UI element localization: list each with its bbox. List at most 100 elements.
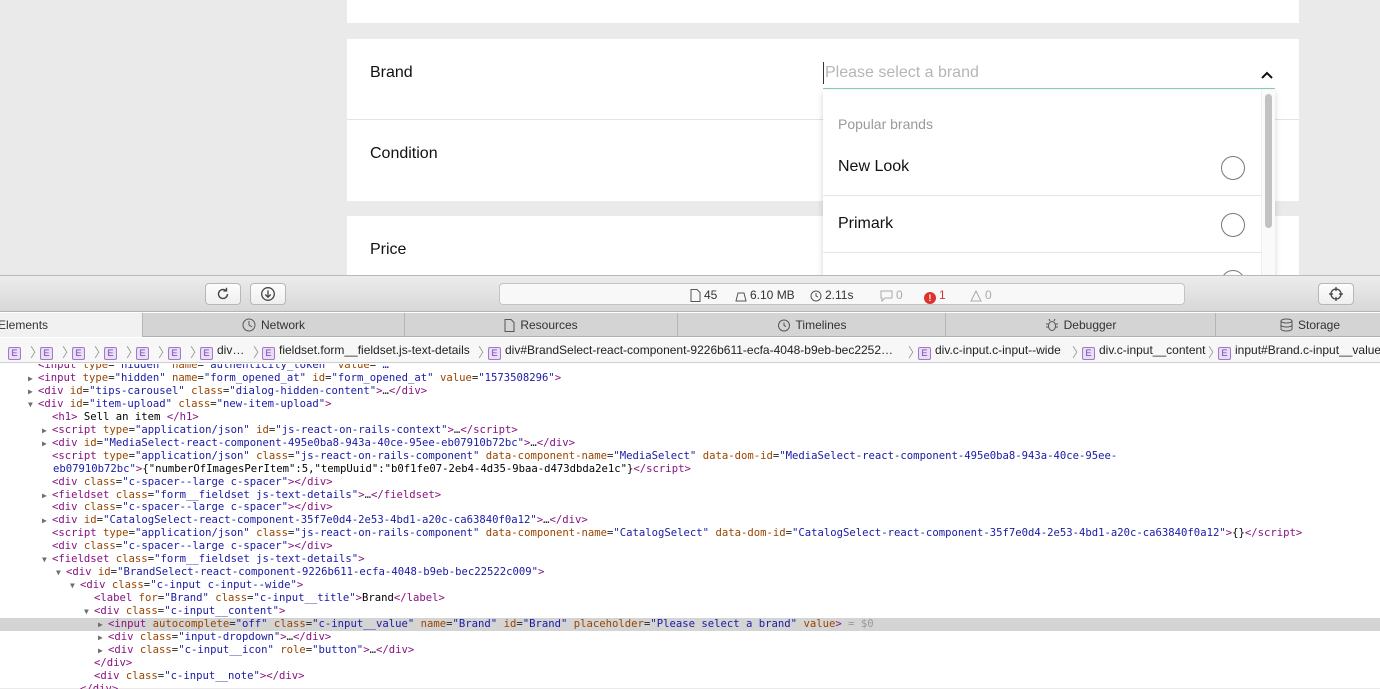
dom-node[interactable]: <label for="Brand" class="c-input__title… <box>0 592 1380 605</box>
dom-node-markup: <div class="c-spacer--large c-spacer"></… <box>52 501 333 514</box>
dom-node[interactable]: ▼ <div id="item-upload" class="new-item-u… <box>0 398 1380 411</box>
brand-option[interactable]: Primark <box>823 197 1261 253</box>
disclosure-open-icon[interactable]: ▼ <box>42 553 52 566</box>
dom-node[interactable]: </div> <box>0 657 1380 670</box>
warning-count-value: 0 <box>985 288 992 302</box>
disclosure-closed-icon[interactable]: ▶ <box>98 618 108 631</box>
tab-elements[interactable]: Elements <box>0 313 143 337</box>
dom-node[interactable]: ▼ <div class="c-input__content"> <box>0 605 1380 618</box>
tab-label: Elements <box>0 318 49 332</box>
stopwatch-icon <box>777 319 790 332</box>
breadcrumb-label: div… <box>217 343 245 357</box>
breadcrumb-item[interactable]: Ediv#BrandSelect-react-component-9226b61… <box>488 343 894 360</box>
dom-node[interactable]: ▶ <script type="application/json" id="js-… <box>0 424 1380 437</box>
dropdown-scrollbar-thumb[interactable] <box>1265 94 1272 228</box>
console-icon <box>880 290 893 303</box>
resource-size[interactable]: 6.10 MB <box>735 287 795 303</box>
disclosure-closed-icon[interactable]: ▶ <box>98 631 108 644</box>
breadcrumb-item[interactable]: Ediv… <box>200 343 245 360</box>
dom-node-markup: <div class="input-dropdown">…</div> <box>108 630 332 643</box>
radio-icon[interactable] <box>1221 156 1245 180</box>
disclosure-closed-icon[interactable]: ▶ <box>42 514 52 527</box>
dom-node-selected[interactable]: ▶ <input autocomplete="off" class="c-inpu… <box>0 618 1380 631</box>
dom-node[interactable]: </div> <box>0 683 1380 689</box>
dom-node[interactable]: <h1> Sell an item </h1> <box>0 411 1380 424</box>
dom-node[interactable]: ▶ <input type="hidden" name="form_opened_… <box>0 372 1380 385</box>
disclosure-open-icon[interactable]: ▼ <box>84 605 94 618</box>
load-time-value: 2.11s <box>825 288 854 302</box>
dom-node[interactable]: <input type="hidden" name="authenticity_… <box>0 364 1380 372</box>
disclosure-open-icon[interactable]: ▼ <box>70 579 80 592</box>
document-icon <box>690 289 701 302</box>
log-count[interactable]: 0 <box>880 287 903 303</box>
error-count[interactable]: ! 1 <box>924 287 946 304</box>
dom-node[interactable]: <script type="application/json" class="j… <box>0 450 1380 463</box>
chevron-up-icon[interactable] <box>1258 66 1276 84</box>
dom-node[interactable]: ▶ <div id="tips-carousel" class="dialog-h… <box>0 385 1380 398</box>
web-page: Brand Condition Price Popular brands New… <box>0 0 1380 275</box>
tab-timelines[interactable]: Timelines <box>678 313 946 337</box>
disclosure-closed-icon[interactable]: ▶ <box>28 372 38 385</box>
brand-input[interactable] <box>823 62 1243 84</box>
dom-node[interactable]: <div class="c-spacer--large c-spacer"></… <box>0 501 1380 514</box>
tab-label: Timelines <box>795 318 847 332</box>
disclosure-closed-icon[interactable]: ▶ <box>98 644 108 657</box>
dom-node[interactable]: <script type="application/json" class="j… <box>0 527 1380 540</box>
radio-icon[interactable] <box>1221 213 1245 237</box>
reload-button[interactable] <box>205 283 241 305</box>
warning-count[interactable]: 0 <box>970 287 992 303</box>
tab-storage[interactable]: Storage <box>1216 313 1380 337</box>
dom-node-markup: <div id="BrandSelect-react-component-922… <box>66 566 545 579</box>
dom-node[interactable]: eb07910b72bc">{"numberOfImagesPerItem":5… <box>0 463 1380 476</box>
dom-node-markup: <label for="Brand" class="c-input__title… <box>94 592 445 605</box>
dom-node[interactable]: ▶ <div class="c-input__icon" role="button… <box>0 644 1380 657</box>
dom-node[interactable]: ▶ <div class="input-dropdown">…</div> <box>0 631 1380 644</box>
breadcrumb-separator-icon: 〉 <box>62 345 76 360</box>
disclosure-open-icon[interactable]: ▼ <box>56 566 66 579</box>
brand-option[interactable]: New Look <box>823 140 1261 196</box>
load-time[interactable]: 2.11s <box>810 287 853 303</box>
breadcrumb-item[interactable]: Ediv.c-input.c-input--wide <box>918 343 1061 360</box>
dom-node[interactable]: <div class="c-spacer--large c-spacer"></… <box>0 540 1380 553</box>
bug-icon <box>1045 318 1058 331</box>
dom-node[interactable]: ▼ <fieldset class="form__fieldset js-text… <box>0 553 1380 566</box>
dom-node[interactable]: <div class="c-spacer--large c-spacer"></… <box>0 476 1380 489</box>
dom-node[interactable]: ▼ <div id="BrandSelect-react-component-92… <box>0 566 1380 579</box>
dom-node-markup: <div id="CatalogSelect-react-component-3… <box>52 514 588 527</box>
breadcrumb-item[interactable]: Efieldset.form__fieldset.js-text-details <box>262 343 470 360</box>
dom-node[interactable]: ▼ <div class="c-input c-input--wide"> <box>0 579 1380 592</box>
dom-node-markup: <div id="item-upload" class="new-item-up… <box>38 397 332 410</box>
disclosure-open-icon[interactable]: ▼ <box>28 398 38 411</box>
disclosure-closed-icon[interactable]: ▶ <box>28 385 38 398</box>
breadcrumb-item[interactable]: Einput#Brand.c-input__value <box>1218 343 1380 360</box>
dom-node[interactable]: ▶ <fieldset class="form__fieldset js-text… <box>0 489 1380 502</box>
dom-node-markup: <script type="application/json" class="j… <box>52 527 1303 540</box>
tab-network[interactable]: Network <box>143 313 405 337</box>
dom-node-markup: </div> <box>94 656 133 669</box>
weight-icon <box>735 292 747 302</box>
dom-node[interactable]: ▶ <div id="CatalogSelect-react-component-… <box>0 514 1380 527</box>
breadcrumb-item[interactable]: E <box>8 343 25 360</box>
tab-debugger[interactable]: Debugger <box>946 313 1216 337</box>
breadcrumb-separator-icon: 〉 <box>30 345 44 360</box>
disclosure-closed-icon[interactable]: ▶ <box>42 437 52 450</box>
dom-node[interactable]: ▶ <div id="MediaSelect-react-component-49… <box>0 437 1380 450</box>
dom-node[interactable]: <div class="c-input__note"></div> <box>0 670 1380 683</box>
inspect-element-button[interactable] <box>1318 283 1354 305</box>
resource-count-value: 45 <box>704 288 718 302</box>
dom-node-markup: <fieldset class="form__fieldset js-text-… <box>52 488 442 501</box>
breadcrumb-label: div.c-input.c-input--wide <box>935 343 1061 357</box>
dom-node-markup: <div class="c-input__icon" role="button"… <box>108 643 415 656</box>
disclosure-closed-icon[interactable]: ▶ <box>42 424 52 437</box>
dom-tree[interactable]: <input type="hidden" name="authenticity_… <box>0 364 1380 689</box>
resource-count[interactable]: 45 <box>690 287 717 303</box>
download-button[interactable] <box>250 283 286 305</box>
tab-resources[interactable]: Resources <box>405 313 678 337</box>
inspector-dashboard[interactable]: 45 6.10 MB 2.11s 0 ! 1 0 <box>499 283 1185 305</box>
error-icon: ! <box>924 292 936 304</box>
brand-option[interactable] <box>823 254 1261 275</box>
breadcrumb-item[interactable]: Ediv.c-input__content <box>1082 343 1206 360</box>
brand-field[interactable] <box>823 57 1275 89</box>
disclosure-closed-icon[interactable]: ▶ <box>42 489 52 502</box>
breadcrumb-label: div#BrandSelect-react-component-9226b611… <box>505 343 894 357</box>
